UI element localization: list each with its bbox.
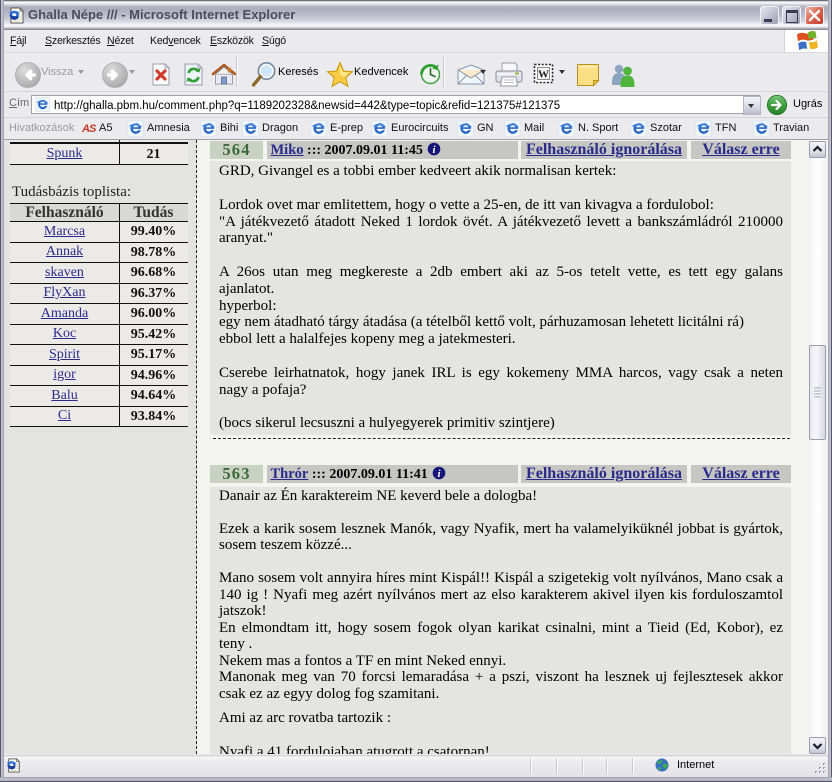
svg-text:W: W — [538, 69, 549, 81]
